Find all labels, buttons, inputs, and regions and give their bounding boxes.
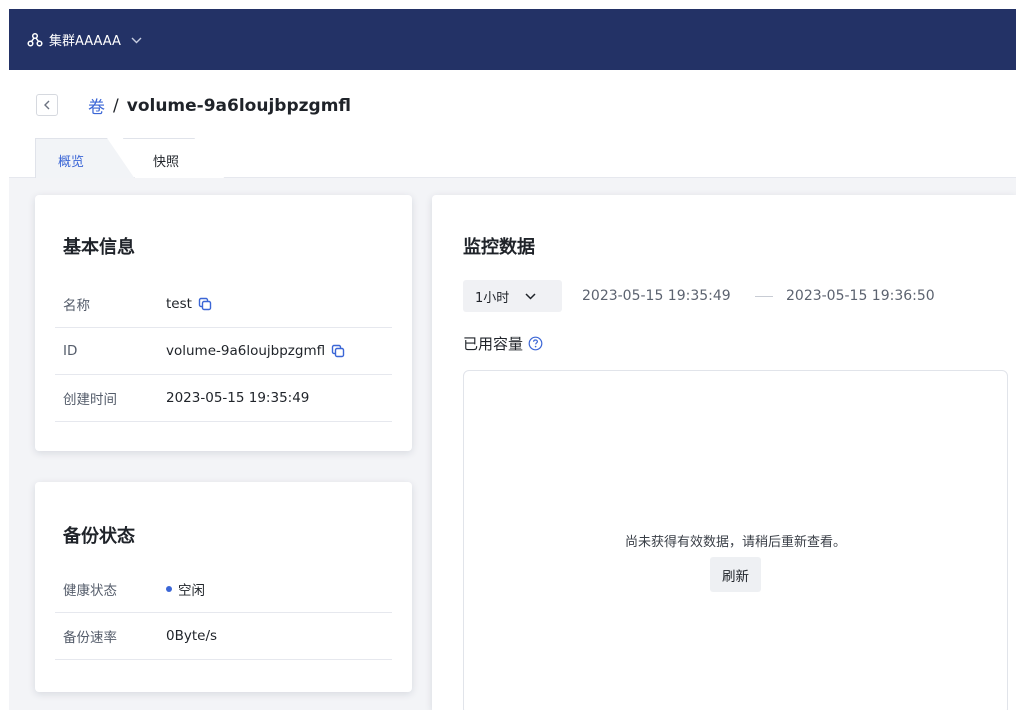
created-time-value: 2023-05-15 19:35:49	[166, 390, 310, 406]
chevron-down-icon[interactable]	[131, 33, 142, 47]
info-key: 名称	[63, 298, 90, 314]
status-dot	[166, 586, 172, 592]
info-value: test	[166, 296, 212, 312]
backup-status-title: 备份状态	[63, 526, 135, 547]
tab-overview[interactable]: 概览	[35, 138, 135, 179]
info-row-created: 创建时间 2023-05-15 19:35:49	[55, 375, 392, 422]
name-value: test	[166, 296, 192, 312]
tab-snapshot[interactable]: 快照	[123, 138, 225, 179]
info-row-health: 健康状态 空闲	[55, 566, 392, 613]
backup-status-card: 备份状态 健康状态 空闲 备份速率 0Byte/s	[35, 482, 412, 692]
back-button[interactable]	[36, 94, 58, 116]
time-range-value: 1小时	[475, 290, 510, 306]
help-circle-icon[interactable]	[528, 336, 543, 351]
info-key: 创建时间	[63, 392, 117, 408]
top-nav-bar: 集群AAAAA	[9, 9, 1016, 70]
breadcrumb-separator: /	[113, 95, 119, 116]
time-range-start[interactable]: 2023-05-15 19:35:49	[582, 288, 731, 304]
id-value: volume-9a6loujbpzgmfl	[166, 343, 326, 359]
info-row-rate: 备份速率 0Byte/s	[55, 613, 392, 660]
info-key: ID	[63, 343, 78, 359]
empty-data-message: 尚未获得有效数据，请稍后重新查看。	[624, 535, 846, 550]
breadcrumb-current: volume-9a6loujbpzgmfl	[126, 95, 352, 116]
time-range-select[interactable]: 1小时	[463, 280, 562, 312]
time-range-separator	[755, 296, 773, 297]
info-row-name: 名称 test	[55, 281, 392, 328]
basic-info-title: 基本信息	[63, 237, 135, 258]
basic-info-card: 基本信息 名称 test ID volume-9a6loujbpzgmfl 创建…	[35, 195, 412, 451]
chevron-left-icon	[44, 100, 50, 110]
info-value: volume-9a6loujbpzgmfl	[166, 343, 345, 359]
health-status-value: 空闲	[166, 579, 205, 599]
monitor-card: 监控数据 1小时 2023-05-15 19:35:49 2023-05-15 …	[432, 195, 1016, 710]
time-range-end[interactable]: 2023-05-15 19:36:50	[786, 288, 935, 304]
used-capacity-label: 已用容量	[463, 333, 543, 354]
basic-info-table: 名称 test ID volume-9a6loujbpzgmfl 创建时间 20…	[55, 281, 392, 422]
used-capacity-text: 已用容量	[463, 335, 524, 353]
copy-icon[interactable]	[198, 297, 212, 311]
info-key: 备份速率	[63, 630, 117, 646]
breadcrumb: 卷 / volume-9a6loujbpzgmfl	[88, 93, 352, 119]
info-key: 健康状态	[63, 583, 117, 599]
health-status-text: 空闲	[178, 583, 205, 599]
info-row-id: ID volume-9a6loujbpzgmfl	[55, 328, 392, 375]
cluster-icon	[27, 32, 43, 48]
breadcrumb-parent-link[interactable]: 卷	[88, 93, 105, 118]
page-header: 卷 / volume-9a6loujbpzgmfl 快照 概览	[9, 70, 1016, 179]
cluster-name[interactable]: 集群AAAAA	[49, 30, 121, 49]
capacity-chart-area: 尚未获得有效数据，请稍后重新查看。 刷新	[463, 370, 1008, 710]
monitor-title: 监控数据	[463, 237, 535, 258]
refresh-button[interactable]: 刷新	[710, 557, 761, 592]
backup-rate-value: 0Byte/s	[166, 628, 218, 644]
copy-icon[interactable]	[331, 344, 345, 358]
backup-status-table: 健康状态 空闲 备份速率 0Byte/s	[55, 566, 392, 660]
chevron-down-icon	[525, 290, 536, 303]
